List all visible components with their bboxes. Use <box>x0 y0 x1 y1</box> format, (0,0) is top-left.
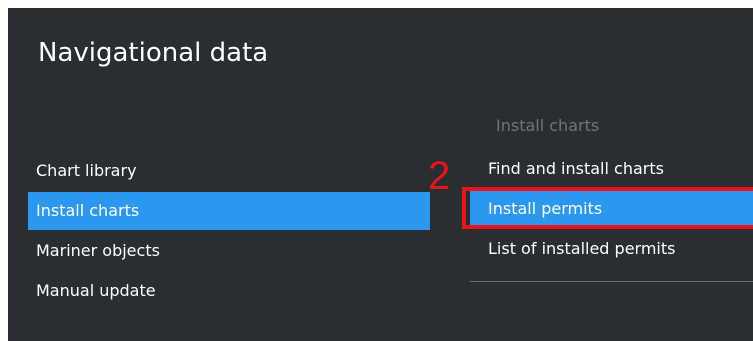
annotation-step-number: 2 <box>428 154 451 198</box>
submenu-item-list-of-installed-permits[interactable]: List of installed permits <box>470 230 753 268</box>
navigational-data-panel: Navigational data Chart library Install … <box>8 8 753 341</box>
submenu-divider <box>470 281 753 282</box>
menu-item-install-charts[interactable]: Install charts <box>28 192 430 230</box>
menu-item-chart-library[interactable]: Chart library <box>28 152 430 190</box>
submenu-item-find-and-install-charts[interactable]: Find and install charts <box>470 150 753 188</box>
page-title: Navigational data <box>38 38 269 68</box>
menu-item-mariner-objects[interactable]: Mariner objects <box>28 232 430 270</box>
left-menu: Chart library Install charts Mariner obj… <box>28 152 430 310</box>
menu-item-manual-update[interactable]: Manual update <box>28 272 430 310</box>
annotation-highlight-box <box>462 187 753 229</box>
submenu-header: Install charts <box>496 116 600 135</box>
